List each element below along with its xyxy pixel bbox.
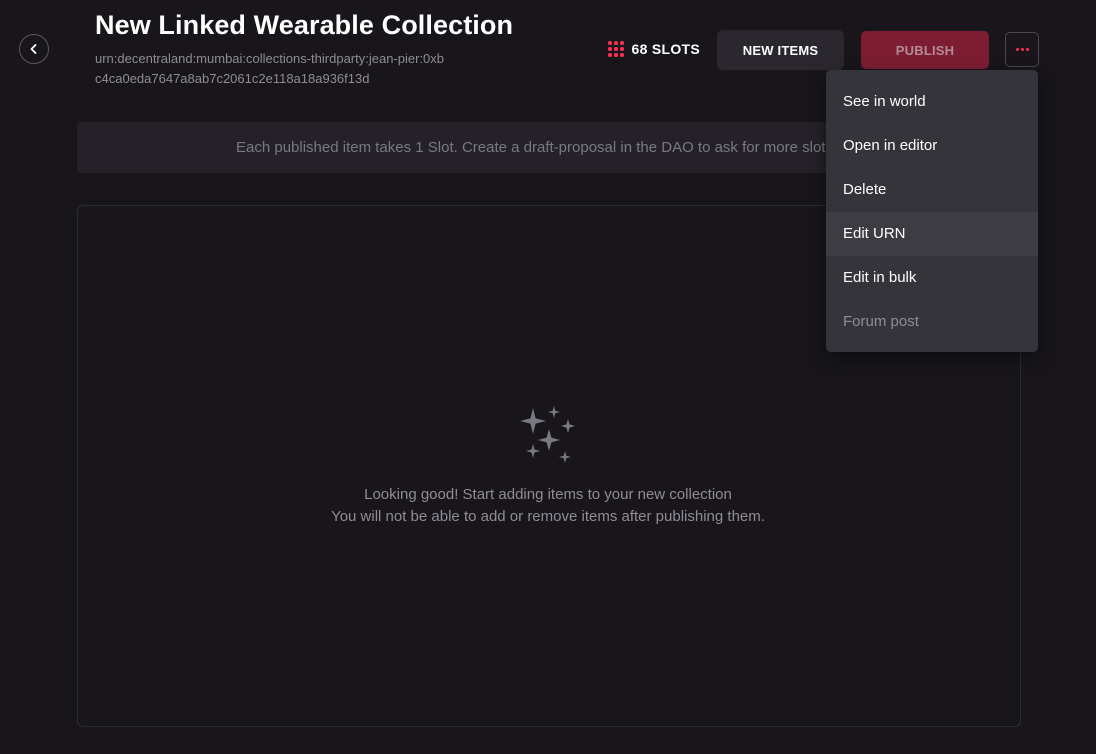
- grid-dots-icon: [608, 41, 624, 57]
- collection-detail-page: New Linked Wearable Collection urn:decen…: [0, 0, 1096, 754]
- menu-item-see-in-world[interactable]: See in world: [826, 80, 1038, 124]
- ellipsis-icon: [1015, 48, 1029, 51]
- menu-item-delete[interactable]: Delete: [826, 168, 1038, 212]
- more-options-menu: See in world Open in editor Delete Edit …: [826, 70, 1038, 352]
- menu-item-edit-in-bulk[interactable]: Edit in bulk: [826, 256, 1038, 300]
- publish-button[interactable]: PUBLISH: [861, 31, 989, 69]
- collection-urn: urn:decentraland:mumbai:collections-thir…: [95, 51, 445, 86]
- page-title: New Linked Wearable Collection: [95, 10, 514, 40]
- sparkles-icon: [521, 406, 575, 463]
- empty-state-message: Looking good! Start adding items to your…: [248, 484, 848, 528]
- slots-indicator: 68 SLOTS: [608, 41, 700, 57]
- banner-text: Each published item takes 1 Slot. Create…: [236, 139, 838, 156]
- slots-count: 68 SLOTS: [631, 41, 701, 57]
- new-items-button[interactable]: NEW ITEMS: [717, 30, 844, 70]
- empty-state-line-2: You will not be able to add or remove it…: [331, 508, 765, 525]
- menu-item-open-in-editor[interactable]: Open in editor: [826, 124, 1038, 168]
- back-button[interactable]: [19, 34, 49, 64]
- menu-item-forum-post[interactable]: Forum post: [826, 300, 1038, 344]
- chevron-left-icon: [30, 44, 37, 54]
- more-options-button[interactable]: [1005, 32, 1039, 67]
- menu-item-edit-urn[interactable]: Edit URN: [826, 212, 1038, 256]
- empty-state-line-1: Looking good! Start adding items to your…: [364, 486, 732, 503]
